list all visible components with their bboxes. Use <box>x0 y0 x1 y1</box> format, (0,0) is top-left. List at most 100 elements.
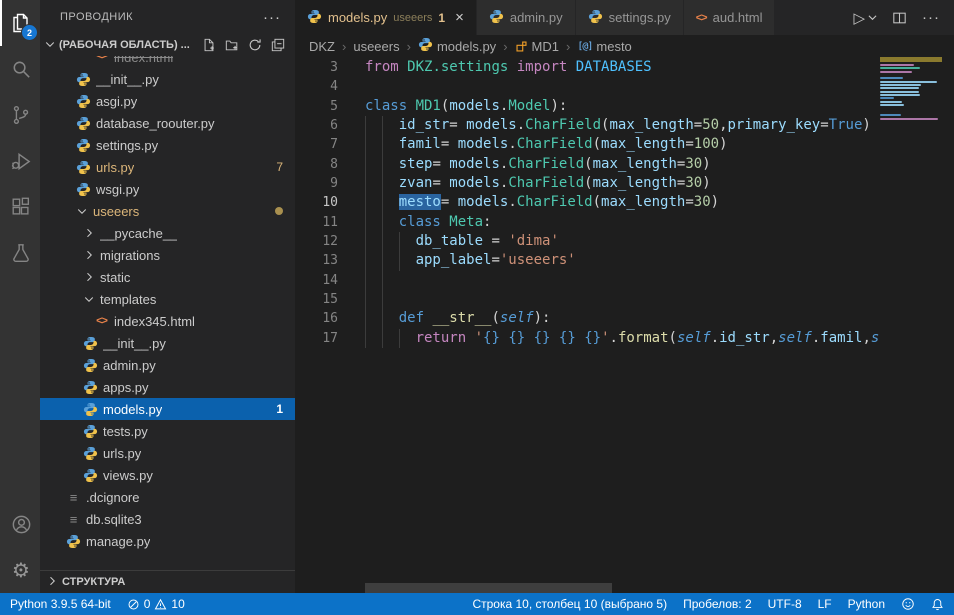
breadcrumb-useeers[interactable]: useeers <box>353 39 399 54</box>
python-interpreter-status[interactable]: Python 3.9.5 64-bit <box>10 597 111 611</box>
tree-item-label: manage.py <box>86 534 150 549</box>
more-actions-icon[interactable]: ··· <box>922 9 940 26</box>
tree-item-migrations[interactable]: migrations <box>40 244 295 266</box>
tree-item-static[interactable]: static <box>40 266 295 288</box>
tree-item-index345.html[interactable]: <>index345.html <box>40 310 295 332</box>
activity-bar: 2 ⚙ <box>0 0 40 593</box>
cursor-position-status[interactable]: Строка 10, столбец 10 (выбрано 5) <box>472 597 667 611</box>
notifications-bell-icon[interactable] <box>931 598 944 611</box>
language-mode-status[interactable]: Python <box>848 597 885 611</box>
problems-status[interactable]: 0 10 <box>127 597 185 611</box>
tree-item-settings.py[interactable]: settings.py <box>40 134 295 156</box>
activity-source-control[interactable] <box>0 92 40 138</box>
html-file-icon: <> <box>94 56 109 62</box>
encoding-status[interactable]: UTF-8 <box>768 597 802 611</box>
tree-item-index.html[interactable]: <> index.html <box>40 56 295 68</box>
tree-item-urls.py[interactable]: urls.py7 <box>40 156 295 178</box>
vscode-window: 2 ⚙ ПРОВОДНИК ··· (РАБОЧАЯ ОБЛАСТЬ) ... … <box>0 0 954 615</box>
tree-item-admin.py[interactable]: admin.py <box>40 354 295 376</box>
tab-admin.py[interactable]: admin.py <box>477 0 576 35</box>
tree-item-.dcignore[interactable]: ≡ .dcignore <box>40 486 295 508</box>
error-icon <box>127 598 140 611</box>
close-tab-icon[interactable]: × <box>455 10 464 25</box>
activity-settings[interactable]: ⚙ <box>0 547 40 593</box>
explorer-sidebar: ПРОВОДНИК ··· (РАБОЧАЯ ОБЛАСТЬ) ... <>in… <box>40 0 295 593</box>
tab-aud.html[interactable]: <>aud.html <box>684 0 776 35</box>
python-file-icon <box>83 380 98 395</box>
new-file-icon[interactable] <box>202 38 216 52</box>
run-python-file-button[interactable]: ▷ <box>853 9 877 27</box>
tree-item-label: apps.py <box>103 380 149 395</box>
tree-item-label: .dcignore <box>86 490 139 505</box>
tree-item-__init__.py[interactable]: __init__.py <box>40 68 295 90</box>
activity-run-debug[interactable] <box>0 138 40 184</box>
breadcrumb-DKZ[interactable]: DKZ <box>309 39 335 54</box>
field-symbol-icon: [@] <box>577 41 592 52</box>
error-count: 0 <box>144 597 151 611</box>
python-file-icon <box>83 358 98 373</box>
tree-item-models.py[interactable]: models.py1 <box>40 398 295 420</box>
tree-item-__init__.py[interactable]: __init__.py <box>40 332 295 354</box>
chevron-down-icon <box>868 13 877 22</box>
tab-settings.py[interactable]: settings.py <box>576 0 684 35</box>
tree-item-urls.py[interactable]: urls.py <box>40 442 295 464</box>
chevron-down-icon <box>44 38 56 53</box>
activity-explorer[interactable]: 2 <box>0 0 40 46</box>
tree-item-templates[interactable]: templates <box>40 288 295 310</box>
activity-search[interactable] <box>0 46 40 92</box>
tree-item-label: migrations <box>100 248 160 263</box>
indentation-status[interactable]: Пробелов: 2 <box>683 597 752 611</box>
minimap[interactable] <box>880 57 945 137</box>
file-icon: ≡ <box>66 512 81 527</box>
chevron-right-icon <box>83 271 95 283</box>
collapse-all-icon[interactable] <box>271 38 285 52</box>
status-bar-left: Python 3.9.5 64-bit 0 10 <box>10 597 185 611</box>
status-bar: Python 3.9.5 64-bit 0 10 Строка 10, стол… <box>0 593 954 615</box>
sidebar-more-actions-icon[interactable]: ··· <box>263 9 281 26</box>
file-icon: ≡ <box>66 490 81 505</box>
tree-item-label: database_roouter.py <box>96 116 215 131</box>
tree-item-tests.py[interactable]: tests.py <box>40 420 295 442</box>
new-folder-icon[interactable] <box>225 38 239 52</box>
tree-item-database_roouter.py[interactable]: database_roouter.py <box>40 112 295 134</box>
editor-group: models.pyuseeers1×admin.pysettings.py<>a… <box>295 0 954 593</box>
tab-label: models.py <box>328 10 387 25</box>
tree-item-label: __pycache__ <box>100 226 177 241</box>
tree-item-label: wsgi.py <box>96 182 139 197</box>
code-line-12: 12 db_table = 'dima' <box>295 232 880 251</box>
tree-item-useeers[interactable]: useeers <box>40 200 295 222</box>
tabs: models.pyuseeers1×admin.pysettings.py<>a… <box>295 0 775 35</box>
tree-item-wsgi.py[interactable]: wsgi.py <box>40 178 295 200</box>
breadcrumb-models.py[interactable]: models.py <box>418 37 496 55</box>
workspace-section-header[interactable]: (РАБОЧАЯ ОБЛАСТЬ) ... <box>40 34 295 56</box>
tree-item-label: index.html <box>114 56 173 65</box>
code-editor[interactable]: 3from DKZ.settings import DATABASES45cla… <box>295 57 954 593</box>
python-file-icon <box>76 94 91 109</box>
chevron-right-icon <box>83 227 95 239</box>
tree-item-asgi.py[interactable]: asgi.py <box>40 90 295 112</box>
feedback-icon[interactable] <box>901 597 915 611</box>
activity-extensions[interactable] <box>0 184 40 230</box>
code-line-9: 9 zvan= models.CharField(max_length=30) <box>295 174 880 193</box>
refresh-icon[interactable] <box>248 38 262 52</box>
status-bar-right: Строка 10, столбец 10 (выбрано 5) Пробел… <box>472 597 944 611</box>
split-editor-icon[interactable] <box>892 11 907 25</box>
tree-item-views.py[interactable]: views.py <box>40 464 295 486</box>
python-file-icon <box>76 160 91 175</box>
html-file-icon: <> <box>696 12 707 24</box>
activity-testing[interactable] <box>0 230 40 276</box>
eol-status[interactable]: LF <box>818 597 832 611</box>
breadcrumb-MD1[interactable]: MD1 <box>515 39 559 54</box>
tree-item-apps.py[interactable]: apps.py <box>40 376 295 398</box>
tree-item-manage.py[interactable]: manage.py <box>40 530 295 552</box>
tree-item-__pycache__[interactable]: __pycache__ <box>40 222 295 244</box>
code-line-4: 4 <box>295 77 880 96</box>
activity-accounts[interactable] <box>0 501 40 547</box>
tree-item-db.sqlite3[interactable]: ≡db.sqlite3 <box>40 508 295 530</box>
tree-item-label: __init__.py <box>96 72 159 87</box>
horizontal-scrollbar[interactable] <box>365 583 612 593</box>
breadcrumb-mesto[interactable]: [@]mesto <box>577 39 631 54</box>
outline-section-header[interactable]: СТРУКТУРА <box>40 570 295 593</box>
problems-badge: 7 <box>276 160 283 174</box>
tab-models.py[interactable]: models.pyuseeers1× <box>295 0 477 35</box>
